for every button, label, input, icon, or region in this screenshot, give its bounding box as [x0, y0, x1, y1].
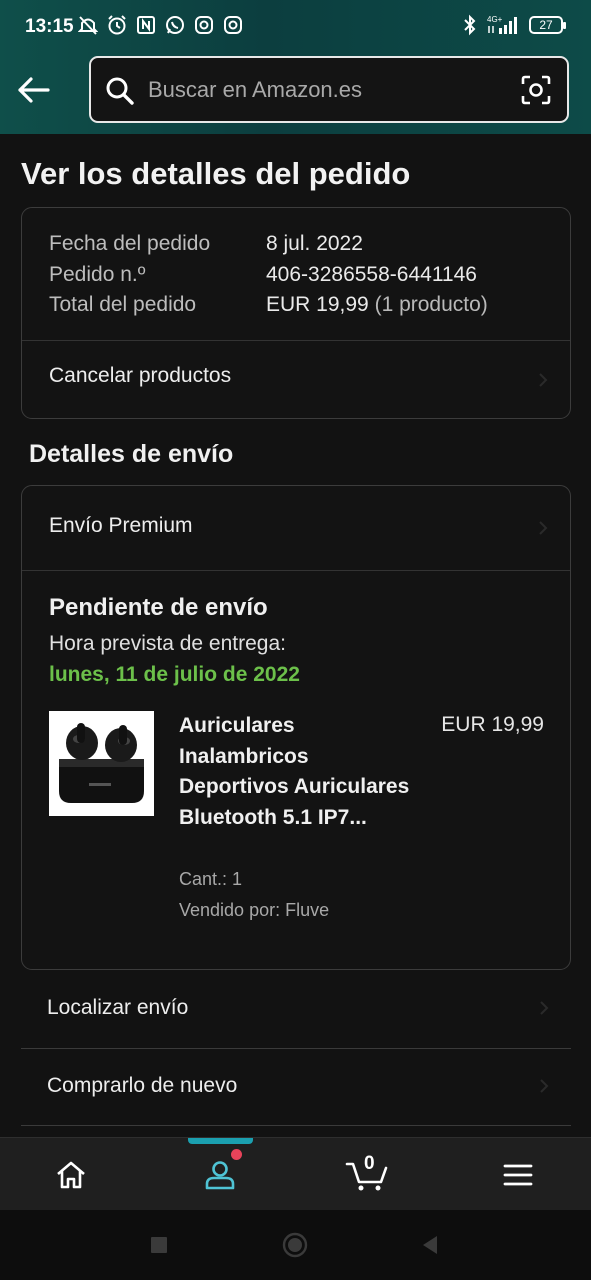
product-seller: Vendido por: Fluve	[179, 900, 330, 920]
order-date-value: 8 jul. 2022	[266, 232, 363, 255]
mute-icon	[78, 16, 98, 35]
product-price: EUR 19,99	[441, 713, 544, 736]
order-total-label: Total del pedido	[49, 293, 197, 316]
shipping-section-title: Detalles de envío	[29, 440, 234, 468]
battery-level: 27	[539, 18, 553, 32]
order-number-value: 406-3286558-6441146	[266, 263, 477, 286]
nav-home[interactable]	[31, 1138, 111, 1211]
track-shipment-row[interactable]: Localizar envío	[21, 970, 571, 1048]
product-image[interactable]	[49, 711, 154, 816]
shipment-status: Pendiente de envío	[49, 594, 268, 621]
chevron-right-icon	[539, 521, 548, 535]
whatsapp-icon	[166, 16, 184, 34]
network-type: 4G+	[487, 15, 503, 24]
track-shipment-label: Localizar envío	[47, 996, 189, 1019]
eta-date: lunes, 11 de julio de 2022	[49, 663, 300, 686]
camera-lens-icon[interactable]	[521, 75, 551, 105]
battery-icon: 27	[529, 16, 566, 34]
signal-icon: 4G+	[487, 15, 517, 34]
shipment-card: Envío Premium Pendiente de envío Hora pr…	[21, 485, 571, 970]
buy-again-label: Comprarlo de nuevo	[47, 1074, 238, 1097]
alarm-icon	[108, 15, 126, 35]
eta-label: Hora prevista de entrega:	[49, 632, 286, 655]
home-circle-icon[interactable]	[281, 1232, 309, 1258]
order-total-value-group: EUR 19,99 (1 producto)	[266, 293, 488, 317]
order-summary-card: Fecha del pedido 8 jul. 2022 Pedido n.º …	[21, 207, 571, 419]
search-input[interactable]	[148, 58, 508, 121]
bottom-navigation	[0, 1137, 591, 1210]
cart-count: 0	[364, 1153, 375, 1174]
instagram-icon	[195, 16, 213, 34]
product-title-link[interactable]: Auriculares Inalambricos Deportivos Auri…	[179, 711, 419, 833]
buy-again-row[interactable]: Comprarlo de nuevo	[21, 1048, 571, 1126]
menu-icon	[503, 1164, 533, 1185]
status-bar: 13:15 4G+ 27	[0, 0, 591, 52]
earbuds-product-image	[49, 711, 154, 816]
shipping-method-row[interactable]: Envío Premium	[22, 486, 570, 570]
recent-apps-icon[interactable]	[150, 1232, 168, 1258]
account-icon	[205, 1160, 235, 1189]
divider	[22, 570, 570, 571]
chevron-right-icon	[539, 373, 548, 387]
nav-account[interactable]	[180, 1138, 260, 1211]
arrow-left-icon[interactable]	[14, 70, 54, 110]
order-number-label: Pedido n.º	[49, 263, 146, 286]
shipping-method-label: Envío Premium	[49, 514, 193, 537]
home-icon	[57, 1161, 85, 1188]
system-navigation	[0, 1210, 591, 1280]
search-icon	[106, 77, 134, 105]
chevron-right-icon	[540, 1079, 549, 1093]
notification-badge	[231, 1149, 242, 1160]
page-title: Ver los detalles del pedido	[21, 156, 411, 191]
divider	[21, 1125, 571, 1126]
cancel-products-link[interactable]: Cancelar productos	[22, 341, 570, 419]
status-icons-left	[78, 14, 243, 36]
search-bar[interactable]	[89, 56, 569, 123]
status-icons-right: 4G+ 27	[463, 14, 566, 36]
status-time: 13:15	[25, 16, 74, 37]
product-quantity: Cant.: 1	[179, 869, 243, 889]
system-back-icon[interactable]	[420, 1232, 440, 1258]
order-date-label: Fecha del pedido	[49, 232, 211, 255]
nfc-icon	[137, 16, 155, 34]
chevron-right-icon	[540, 1001, 549, 1015]
cancel-products-label: Cancelar productos	[49, 364, 232, 387]
bluetooth-icon	[464, 14, 476, 36]
order-total-count: (1 producto)	[374, 293, 488, 316]
nav-menu[interactable]	[478, 1138, 558, 1211]
order-total-value: EUR 19,99	[266, 293, 369, 316]
instagram-icon	[224, 16, 242, 34]
top-header: 13:15 4G+ 27	[0, 0, 591, 134]
